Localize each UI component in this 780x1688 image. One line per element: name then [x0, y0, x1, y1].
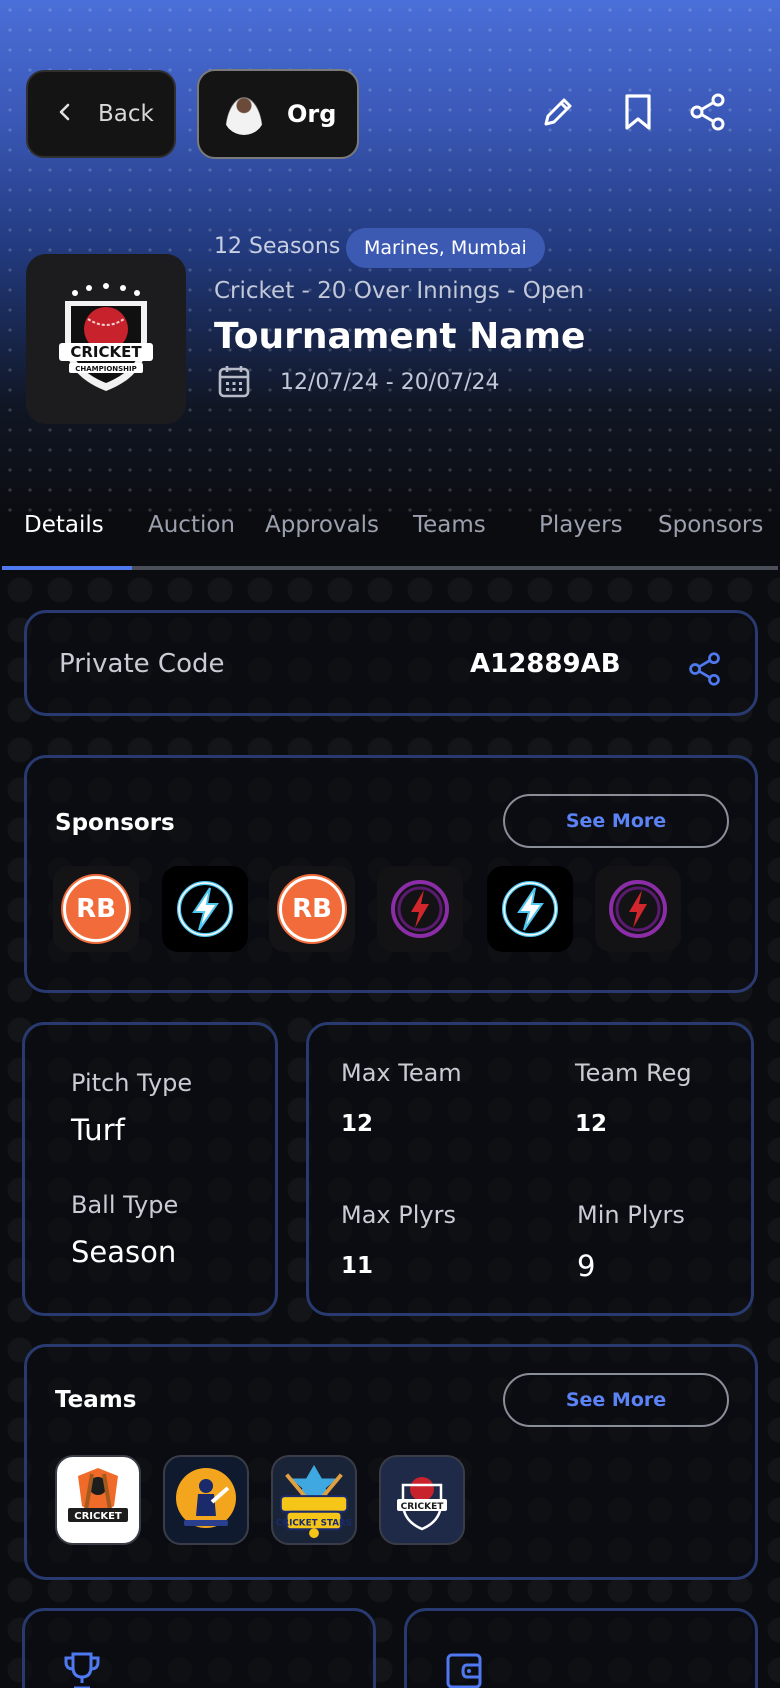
seasons-count: 12 Seasons — [214, 234, 341, 259]
teams-see-more-button[interactable]: See More — [503, 1373, 729, 1427]
back-label: Back — [98, 101, 154, 127]
tab-players[interactable]: Players — [539, 512, 623, 538]
sponsor-logo-bolt-2[interactable] — [487, 866, 573, 952]
tournament-format: Cricket - 20 Over Innings - Open — [214, 278, 585, 304]
wallet-card[interactable] — [404, 1608, 758, 1688]
team-limits-card: Max Team 12 Team Reg 12 Max Plyrs 11 Min… — [306, 1022, 754, 1316]
sponsors-title: Sponsors — [55, 810, 175, 836]
share-icon[interactable] — [686, 90, 730, 134]
sponsors-see-more-button[interactable]: See More — [503, 794, 729, 848]
team-logo-1[interactable]: CRICKET — [55, 1455, 141, 1545]
bookmark-icon[interactable] — [616, 90, 660, 134]
private-code-card: Private Code A12889AB — [24, 610, 758, 716]
chevron-left-icon — [58, 102, 72, 126]
tab-bar: Details Auction Approvals Teams Players … — [0, 508, 780, 572]
calendar-icon — [218, 364, 250, 402]
rb-logo-text-2: RB — [279, 876, 345, 942]
sponsor-logo-rb[interactable]: RB — [53, 866, 139, 952]
tab-approvals[interactable]: Approvals — [265, 512, 379, 538]
teams-title: Teams — [55, 1387, 137, 1413]
team-4-logo-text: CRICKET — [401, 1502, 445, 1512]
wallet-icon — [445, 1651, 483, 1688]
trophy-icon — [63, 1651, 101, 1688]
sponsor-logo-red-bolt-2[interactable] — [595, 866, 681, 952]
tournament-name: Tournament Name — [214, 316, 586, 357]
logo-text-championship: CHAMPIONSHIP — [75, 365, 137, 373]
location-badge: Marines, Mumbai — [346, 228, 545, 268]
tab-details[interactable]: Details — [24, 512, 104, 538]
max-players-label: Max Plyrs — [341, 1201, 456, 1229]
team-logo-2[interactable] — [163, 1455, 249, 1545]
org-button[interactable]: Org — [197, 69, 359, 159]
share-code-icon[interactable] — [687, 651, 723, 691]
team-3-logo-text: CRICKET STARS — [276, 1518, 352, 1528]
ball-type-value: Season — [71, 1235, 177, 1269]
ball-type-label: Ball Type — [71, 1191, 179, 1219]
private-code-value: A12889AB — [470, 649, 621, 679]
sponsor-logo-bolt[interactable] — [162, 866, 248, 952]
max-players-value: 11 — [341, 1253, 374, 1279]
tournament-dates: 12/07/24 - 20/07/24 — [280, 370, 500, 395]
max-team-label: Max Team — [341, 1059, 462, 1087]
team-reg-value: 12 — [575, 1111, 608, 1137]
sponsors-card: Sponsors See More RB RB — [24, 755, 758, 993]
min-players-label: Min Plyrs — [577, 1201, 685, 1229]
team-reg-label: Team Reg — [575, 1059, 692, 1087]
teams-card: Teams See More CRICKET CRICKET STARS CRI… — [24, 1344, 758, 1580]
sponsor-logo-red-bolt[interactable] — [377, 866, 463, 952]
rb-logo-text: RB — [63, 876, 129, 942]
pencil-icon[interactable] — [536, 90, 580, 134]
org-label: Org — [287, 100, 337, 128]
max-team-value: 12 — [341, 1111, 374, 1137]
sponsor-logo-rb-2[interactable]: RB — [269, 866, 355, 952]
tournament-logo: CRICKET CHAMPIONSHIP — [26, 254, 186, 424]
logo-text-cricket: CRICKET — [70, 343, 142, 361]
team-1-logo-text: CRICKET — [74, 1511, 122, 1522]
min-players-value: 9 — [577, 1249, 596, 1283]
private-code-label: Private Code — [59, 649, 225, 679]
tab-teams[interactable]: Teams — [413, 512, 486, 538]
org-avatar — [223, 93, 265, 135]
team-logo-3[interactable]: CRICKET STARS — [271, 1455, 357, 1545]
pitch-type-value: Turf — [71, 1113, 125, 1147]
team-logo-4[interactable]: CRICKET — [379, 1455, 465, 1545]
pitch-type-label: Pitch Type — [71, 1069, 193, 1097]
tab-active-indicator — [2, 566, 132, 570]
tab-auction[interactable]: Auction — [148, 512, 235, 538]
pitch-ball-card: Pitch Type Turf Ball Type Season — [22, 1022, 278, 1316]
back-button[interactable]: Back — [26, 70, 176, 158]
tab-underline — [2, 566, 778, 570]
prizes-card[interactable] — [22, 1608, 376, 1688]
tab-sponsors[interactable]: Sponsors — [658, 512, 763, 538]
